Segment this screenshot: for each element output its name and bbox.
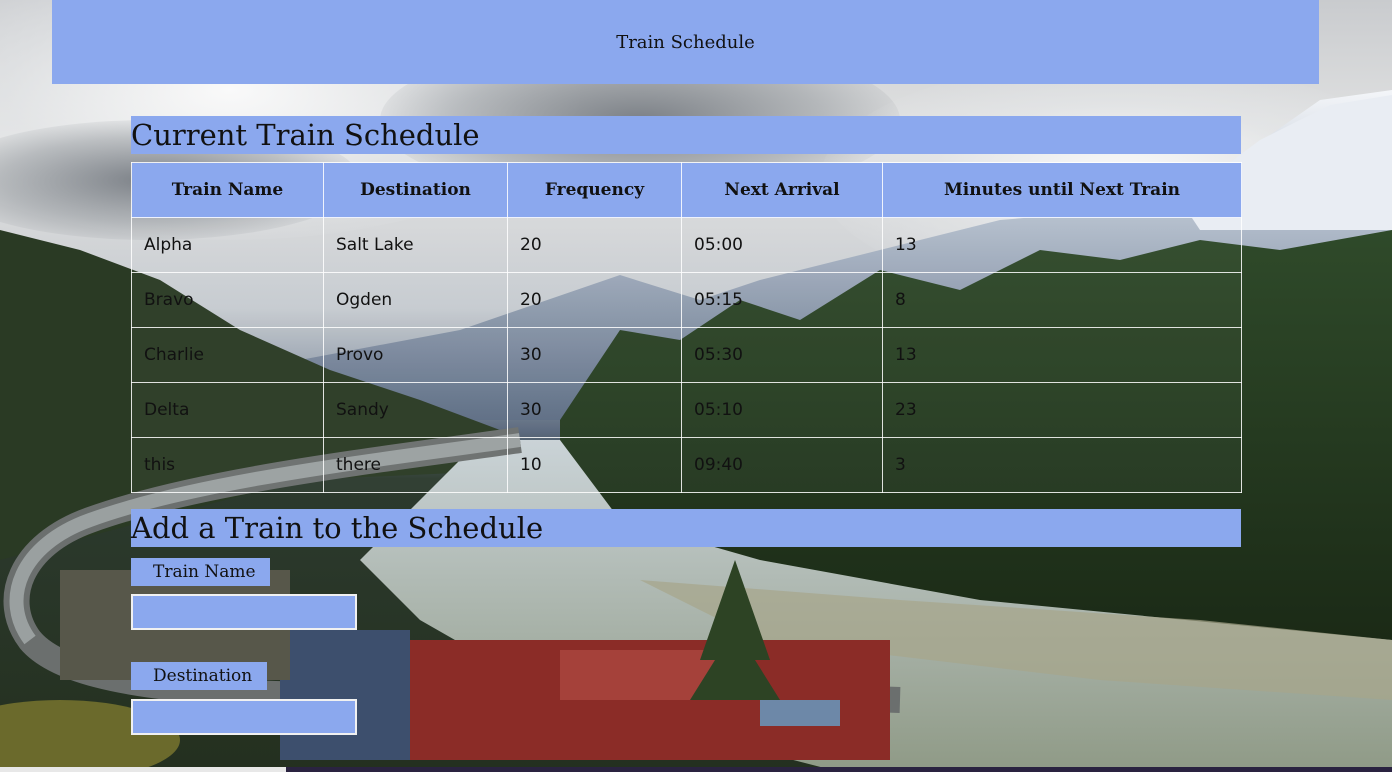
cell-destination: Provo (323, 327, 508, 383)
cell-next-arrival: 09:40 (681, 437, 883, 493)
cell-destination: Sandy (323, 382, 508, 438)
page-bottom-edge-dark (286, 767, 1392, 772)
cell-destination: Salt Lake (323, 217, 508, 273)
table-row: Charlie Provo 30 05:30 13 (131, 327, 1242, 383)
page-title: Train Schedule (616, 31, 755, 53)
schedule-table: Train Name Destination Frequency Next Ar… (131, 162, 1242, 493)
destination-label: Destination (131, 662, 267, 690)
destination-input[interactable] (131, 699, 357, 735)
schedule-heading: Current Train Schedule (131, 118, 480, 152)
cell-minutes-away: 23 (882, 382, 1242, 438)
add-train-section-header: Add a Train to the Schedule (131, 509, 1241, 547)
cell-destination: there (323, 437, 508, 493)
page-bottom-edge (0, 767, 286, 772)
table-row: Alpha Salt Lake 20 05:00 13 (131, 217, 1242, 273)
table-row: Delta Sandy 30 05:10 23 (131, 382, 1242, 438)
schedule-section-header: Current Train Schedule (131, 116, 1241, 154)
cell-frequency: 20 (507, 272, 682, 328)
table-row: Bravo Ogden 20 05:15 8 (131, 272, 1242, 328)
column-header-train-name: Train Name (131, 162, 324, 218)
add-train-heading: Add a Train to the Schedule (131, 511, 544, 545)
cell-minutes-away: 13 (882, 217, 1242, 273)
cell-destination: Ogden (323, 272, 508, 328)
cell-next-arrival: 05:00 (681, 217, 883, 273)
cell-minutes-away: 13 (882, 327, 1242, 383)
train-name-label: Train Name (131, 558, 270, 586)
table-header-row: Train Name Destination Frequency Next Ar… (131, 162, 1242, 218)
cell-frequency: 30 (507, 382, 682, 438)
cell-frequency: 30 (507, 327, 682, 383)
page-header: Train Schedule (52, 0, 1319, 84)
cell-next-arrival: 05:15 (681, 272, 883, 328)
cell-train-name: Bravo (131, 272, 324, 328)
cell-next-arrival: 05:10 (681, 382, 883, 438)
column-header-next-arrival: Next Arrival (681, 162, 883, 218)
cell-frequency: 10 (507, 437, 682, 493)
cell-train-name: Alpha (131, 217, 324, 273)
train-name-input[interactable] (131, 594, 357, 630)
cell-next-arrival: 05:30 (681, 327, 883, 383)
column-header-destination: Destination (323, 162, 508, 218)
column-header-minutes-away: Minutes until Next Train (882, 162, 1242, 218)
cell-frequency: 20 (507, 217, 682, 273)
cell-train-name: Delta (131, 382, 324, 438)
cell-minutes-away: 3 (882, 437, 1242, 493)
cell-train-name: Charlie (131, 327, 324, 383)
cell-minutes-away: 8 (882, 272, 1242, 328)
column-header-frequency: Frequency (507, 162, 682, 218)
cell-train-name: this (131, 437, 324, 493)
table-row: this there 10 09:40 3 (131, 437, 1242, 493)
